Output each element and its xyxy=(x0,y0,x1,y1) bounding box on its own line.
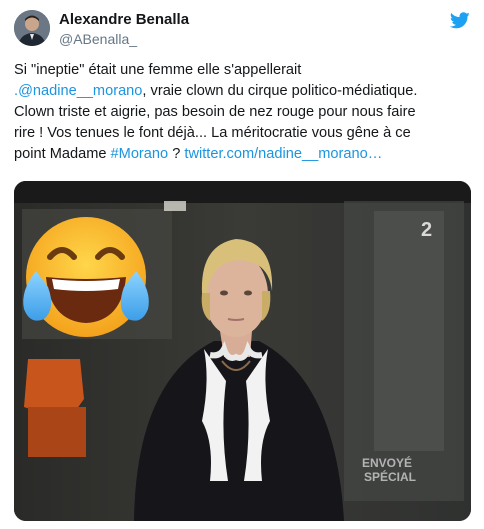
tweet-text-fragment: point Madame xyxy=(14,146,111,162)
avatar[interactable] xyxy=(14,10,50,46)
tweet-text-fragment: , vraie clown du cirque politico-médiati… xyxy=(142,83,418,99)
twitter-bird-icon[interactable] xyxy=(449,12,470,29)
mention-link[interactable]: @nadine__morano xyxy=(18,83,142,99)
channel-logo: 2 xyxy=(421,219,432,241)
author-name[interactable]: Alexandre Benalla xyxy=(59,11,189,28)
url-link[interactable]: twitter.com/nadine__morano… xyxy=(184,146,382,162)
tweet-line: .@nadine__morano, vraie clown du cirque … xyxy=(14,81,470,102)
tweet-header: Alexandre Benalla @ABenalla_ xyxy=(14,10,474,50)
show-watermark: SPÉCIAL xyxy=(364,469,416,484)
tweet-image[interactable]: 2 ENVOYÉ SPÉCIAL xyxy=(14,181,471,521)
tweet-line: point Madame #Morano ? twitter.com/nadin… xyxy=(14,144,470,165)
tweet-line: Clown triste et aigrie, pas besoin de ne… xyxy=(14,104,416,120)
tweet-text-fragment: ? xyxy=(168,146,185,162)
tweet-line: rire ! Vos tenues le font déjà... La mér… xyxy=(14,125,411,141)
tweet-card[interactable]: Alexandre Benalla @ABenalla_ Si "ineptie… xyxy=(0,0,484,529)
hashtag-link[interactable]: #Morano xyxy=(111,146,169,162)
show-watermark: ENVOYÉ xyxy=(362,455,412,470)
author-handle[interactable]: @ABenalla_ xyxy=(59,31,137,47)
tweet-line: Si "ineptie" était une femme elle s'appe… xyxy=(14,62,302,78)
tweet-text: Si "ineptie" était une femme elle s'appe… xyxy=(14,60,470,165)
